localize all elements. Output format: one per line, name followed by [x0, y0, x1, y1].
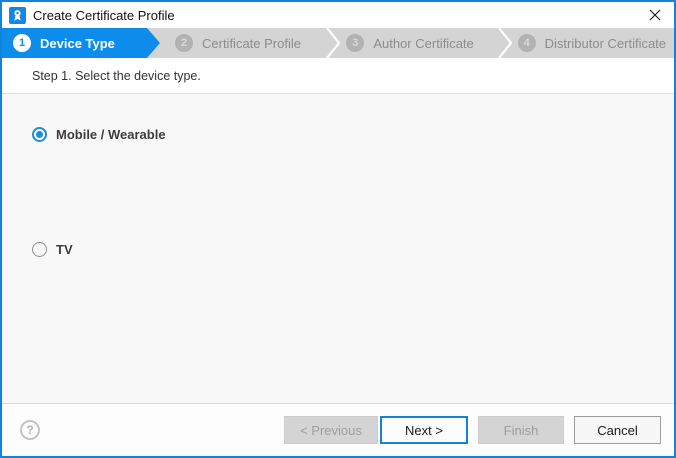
- radio-label-mobile-wearable: Mobile / Wearable: [56, 127, 166, 142]
- next-button[interactable]: Next >: [380, 416, 468, 444]
- step-2-label: Certificate Profile: [202, 36, 301, 51]
- device-type-radio-group: Mobile / Wearable TV: [2, 94, 674, 403]
- step-3-label: Author Certificate: [373, 36, 473, 51]
- window-title: Create Certificate Profile: [33, 8, 175, 23]
- radio-option-mobile-wearable[interactable]: Mobile / Wearable: [32, 127, 674, 142]
- wizard-step-bar: 1 Device Type 2 Certificate Profile 3 Au…: [2, 28, 674, 58]
- step-3-author-certificate: 3 Author Certificate: [331, 28, 502, 58]
- step-1-number: 1: [13, 34, 31, 52]
- certificate-badge-icon: [9, 7, 26, 24]
- radio-label-tv: TV: [56, 242, 73, 257]
- step-2-number: 2: [175, 34, 193, 52]
- close-button[interactable]: [636, 2, 674, 28]
- dialog-button-bar: ? < Previous Next > Finish Cancel: [2, 403, 674, 456]
- title-bar: Create Certificate Profile: [2, 2, 674, 28]
- step-description: Step 1. Select the device type.: [2, 58, 674, 94]
- radio-unselected-icon[interactable]: [32, 242, 47, 257]
- step-2-certificate-profile: 2 Certificate Profile: [160, 28, 331, 58]
- chevron-separator-icon: [498, 28, 512, 58]
- step-4-label: Distributor Certificate: [545, 36, 666, 51]
- radio-option-tv[interactable]: TV: [32, 242, 674, 257]
- close-icon: [649, 9, 661, 21]
- step-1-device-type: 1 Device Type: [2, 28, 160, 58]
- help-icon[interactable]: ?: [20, 420, 40, 440]
- chevron-separator-icon: [326, 28, 340, 58]
- step-4-number: 4: [518, 34, 536, 52]
- step-3-number: 3: [346, 34, 364, 52]
- cancel-button[interactable]: Cancel: [574, 416, 661, 444]
- radio-selected-icon[interactable]: [32, 127, 47, 142]
- create-certificate-profile-dialog: Create Certificate Profile 1 Device Type…: [0, 0, 676, 458]
- previous-button: < Previous: [284, 416, 378, 444]
- step-description-text: Step 1. Select the device type.: [32, 69, 201, 83]
- finish-button: Finish: [478, 416, 564, 444]
- step-1-label: Device Type: [40, 36, 115, 51]
- step-4-distributor-certificate: 4 Distributor Certificate: [503, 28, 674, 58]
